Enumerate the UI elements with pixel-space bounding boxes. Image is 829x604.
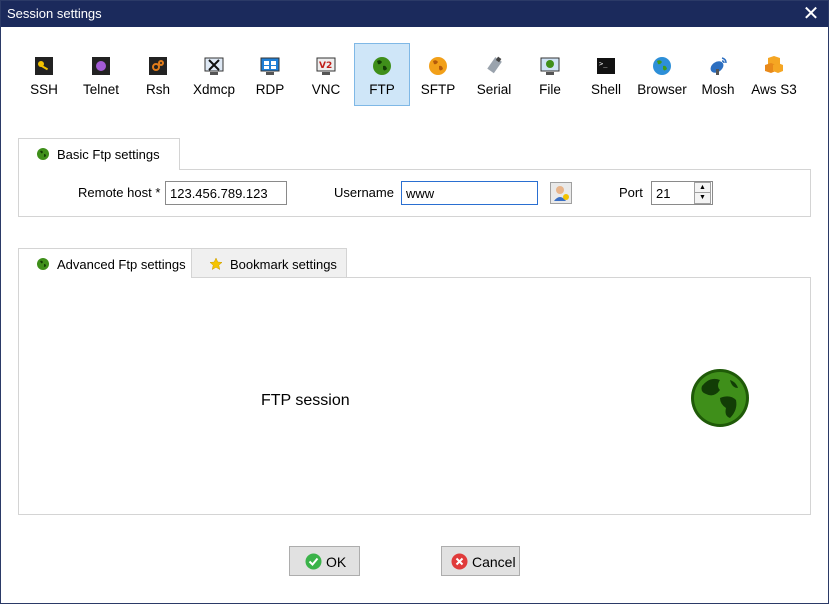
protocol-label: Serial (476, 82, 512, 97)
protocol-label: SSH (30, 82, 58, 97)
ok-label: OK (326, 554, 347, 570)
protocol-shell-button[interactable]: >_ Shell (578, 43, 634, 106)
protocol-browser-button[interactable]: Browser (634, 43, 690, 106)
protocol-label: Aws S3 (751, 82, 797, 97)
protocol-label: Mosh (701, 82, 735, 97)
tab-basic-ftp-settings[interactable]: Basic Ftp settings (18, 138, 180, 170)
xdmcp-icon (204, 57, 224, 75)
protocol-label: Xdmcp (192, 82, 236, 97)
session-settings-window: Session settings ✕ SSH Telnet Rsh Xdmcp … (0, 0, 829, 604)
tab-bookmark-settings[interactable]: Bookmark settings (191, 248, 347, 277)
serial-icon (487, 56, 502, 74)
shell-icon: >_ (597, 58, 615, 74)
tab-label: Bookmark settings (230, 257, 337, 272)
user-picker-button[interactable] (550, 182, 572, 204)
check-icon (305, 553, 322, 570)
protocol-file-button[interactable]: File (522, 43, 578, 106)
protocol-vnc-button[interactable]: V2 VNC (298, 43, 354, 106)
protocol-label: Browser (637, 82, 687, 97)
tab-label: Advanced Ftp settings (57, 257, 186, 272)
ok-button[interactable]: OK (289, 546, 360, 576)
vnc-icon: V2 (316, 57, 336, 75)
protocol-label: File (539, 82, 561, 97)
tab-advanced-ftp-settings[interactable]: Advanced Ftp settings (18, 248, 192, 278)
protocol-label: RDP (255, 82, 285, 97)
remote-host-input[interactable] (165, 181, 287, 205)
basic-settings-panel: Remote host * Username Port ▲ ▼ (18, 169, 811, 217)
protocol-toolbar: SSH Telnet Rsh Xdmcp RDP V2 VNC FTP SFTP (20, 43, 810, 107)
globe-icon (37, 148, 49, 160)
protocol-serial-button[interactable]: Serial (466, 43, 522, 106)
protocol-label: Telnet (82, 82, 120, 97)
aws-icon (765, 56, 783, 73)
sftp-icon (429, 57, 447, 75)
rsh-icon (149, 57, 167, 75)
satellite-icon (710, 57, 727, 75)
protocol-aws-s3-button[interactable]: Aws S3 (746, 43, 802, 106)
protocol-telnet-button[interactable]: Telnet (73, 43, 129, 106)
protocol-ftp-button[interactable]: FTP (354, 43, 410, 106)
protocol-ssh-button[interactable]: SSH (16, 43, 72, 106)
globe-icon (373, 57, 391, 75)
telnet-icon (92, 57, 110, 75)
svg-text:>_: >_ (599, 60, 608, 68)
port-label: Port (619, 185, 643, 200)
cancel-label: Cancel (472, 554, 516, 570)
remote-host-label: Remote host * (78, 185, 161, 200)
svg-text:V2: V2 (319, 61, 332, 71)
protocol-label: SFTP (420, 82, 456, 97)
username-label: Username (334, 185, 394, 200)
protocol-sftp-button[interactable]: SFTP (410, 43, 466, 106)
protocol-label: VNC (311, 82, 341, 97)
window-title: Session settings (7, 6, 102, 21)
globe-icon (37, 258, 49, 270)
globe-icon (691, 369, 749, 427)
user-icon (554, 186, 569, 201)
title-bar: Session settings ✕ (1, 1, 828, 27)
port-stepper[interactable]: ▲ ▼ (694, 182, 711, 204)
protocol-rdp-button[interactable]: RDP (242, 43, 298, 106)
chevron-down-icon[interactable]: ▼ (695, 193, 710, 203)
browser-icon (653, 57, 671, 75)
protocol-rsh-button[interactable]: Rsh (130, 43, 186, 106)
session-type-text: FTP session (261, 392, 350, 409)
username-input[interactable] (401, 181, 538, 205)
protocol-label: FTP (369, 82, 395, 97)
session-content-panel: FTP session (18, 277, 811, 515)
tab-label: Basic Ftp settings (57, 147, 160, 162)
cancel-button[interactable]: Cancel (441, 546, 520, 576)
chevron-up-icon[interactable]: ▲ (695, 183, 710, 193)
protocol-xdmcp-button[interactable]: Xdmcp (186, 43, 242, 106)
close-icon[interactable]: ✕ (800, 3, 822, 25)
protocol-label: Shell (590, 82, 622, 97)
star-icon (209, 257, 223, 271)
protocol-mosh-button[interactable]: Mosh (690, 43, 746, 106)
file-icon (540, 57, 560, 75)
rdp-icon (260, 57, 280, 75)
protocol-label: Rsh (145, 82, 170, 97)
key-icon (35, 57, 53, 75)
cancel-icon (451, 553, 468, 570)
